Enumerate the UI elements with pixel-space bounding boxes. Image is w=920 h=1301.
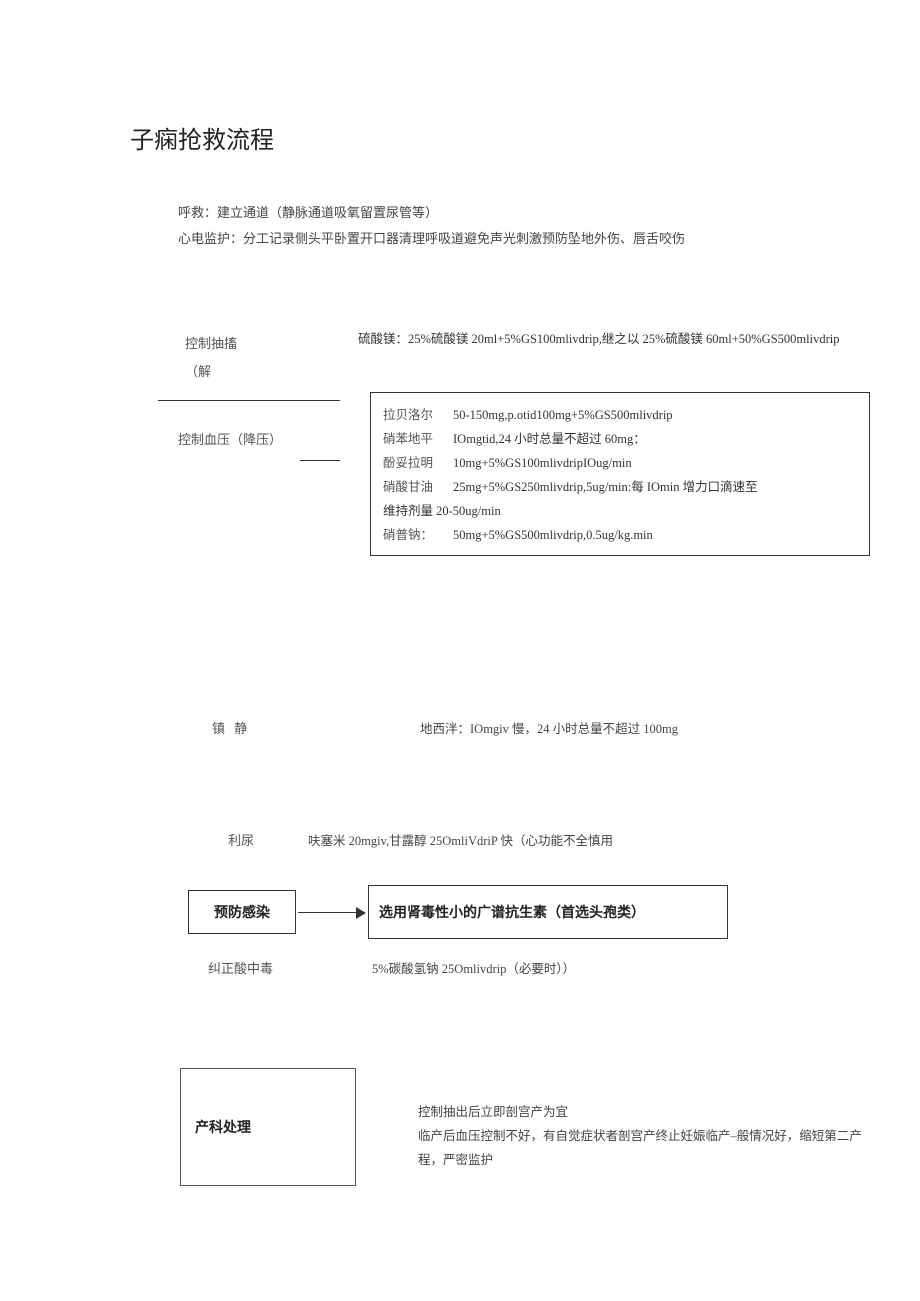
bp-drug-box: 拉贝洛尔 50-150mg,p.otid100mg+5%GS500mlivdri… — [370, 392, 870, 556]
bp-label-box: 控制血压（降压） — [158, 400, 340, 480]
bp-label: 控制血压（降压） — [178, 432, 282, 447]
acidosis-body: 5%碳酸氢钠 25Omlivdrip（必要时）） — [372, 958, 812, 977]
infection-label: 预防感染 — [214, 902, 270, 922]
bp-drug-name-last: 硝普钠： — [383, 523, 453, 547]
diuresis-label: 利尿 — [228, 830, 254, 849]
convulsion-body: 硫酸镁：25%硫酸镁 20ml+5%GS100mlivdrip,继之以 25%硫… — [358, 328, 898, 347]
bp-drug-name-2: 酚妥拉明 — [383, 451, 453, 475]
obstetric-label-box: 产科处理 — [180, 1068, 356, 1186]
bp-maintain: 维持剂量 20-50ug/min — [383, 499, 857, 523]
convulsion-label-2: （解 — [185, 358, 237, 386]
diuresis-body: 呋塞米 20mgiv,甘露醇 25OmliVdriP 快（心功能不全慎用 — [308, 830, 828, 849]
bp-row-last: 硝普钠： 50mg+5%GS500mlivdrip,0.5ug/kg.min — [383, 523, 857, 547]
intro-line-1: 呼救：建立通道（静脉通道吸氧留置尿管等） — [178, 200, 848, 226]
bp-drug-name-0: 拉贝洛尔 — [383, 403, 453, 427]
bp-drug-val-last: 50mg+5%GS500mlivdrip,0.5ug/kg.min — [453, 523, 857, 547]
arrow-line — [298, 912, 358, 913]
bp-drug-val-0: 50-150mg,p.otid100mg+5%GS500mlivdrip — [453, 403, 857, 427]
bp-drug-name-3: 硝酸甘油 — [383, 475, 453, 499]
bp-drug-val-3: 25mg+5%GS250mlivdrip,5ug/min:每 IOmin 增力口… — [453, 475, 857, 499]
bp-connector — [300, 460, 340, 461]
bp-drug-val-2: 10mg+5%GS100mlivdripIOug/min — [453, 451, 857, 475]
infection-body-box: 选用肾毒性小的广谱抗生素（首选头孢类） — [368, 885, 728, 939]
bp-row-0: 拉贝洛尔 50-150mg,p.otid100mg+5%GS500mlivdri… — [383, 403, 857, 427]
obstetric-body: 控制抽出后立即剖宫产为宜 临产后血压控制不好，有自觉症状者剖宫产终止妊娠临产–般… — [418, 1100, 868, 1172]
bp-drug-name-1: 硝苯地平 — [383, 427, 453, 451]
acidosis-label: 纠正酸中毒 — [208, 958, 273, 977]
page-title: 子痫抢救流程 — [130, 120, 274, 155]
convulsion-label: 控制抽搐 （解 — [185, 330, 237, 386]
convulsion-label-1: 控制抽搐 — [185, 330, 237, 358]
bp-row-3: 硝酸甘油 25mg+5%GS250mlivdrip,5ug/min:每 IOmi… — [383, 475, 857, 499]
infection-label-box: 预防感染 — [188, 890, 296, 934]
obstetric-line-1: 控制抽出后立即剖宫产为宜 — [418, 1100, 868, 1124]
obstetric-label: 产科处理 — [195, 1117, 251, 1137]
obstetric-line-2: 临产后血压控制不好，有自觉症状者剖宫产终止妊娠临产–般情况好，缩短第二产程，严密… — [418, 1124, 868, 1172]
bp-row-2: 酚妥拉明 10mg+5%GS100mlivdripIOug/min — [383, 451, 857, 475]
bp-row-1: 硝苯地平 IOmgtid,24 小时总量不超过 60mg： — [383, 427, 857, 451]
intro-line-2: 心电监护：分工记录侧头平卧置开口器清理呼吸道避免声光刺激预防坠地外伤、唇舌咬伤 — [178, 226, 848, 252]
arrow-head-icon — [356, 907, 366, 919]
sedation-label: 镇 静 — [212, 718, 250, 737]
infection-body: 选用肾毒性小的广谱抗生素（首选头孢类） — [379, 902, 645, 922]
bp-drug-val-1: IOmgtid,24 小时总量不超过 60mg： — [453, 427, 857, 451]
intro-block: 呼救：建立通道（静脉通道吸氧留置尿管等） 心电监护：分工记录侧头平卧置开口器清理… — [178, 200, 848, 252]
sedation-body: 地西泮：IOmgiv 慢，24 小时总量不超过 100mg — [420, 718, 860, 737]
